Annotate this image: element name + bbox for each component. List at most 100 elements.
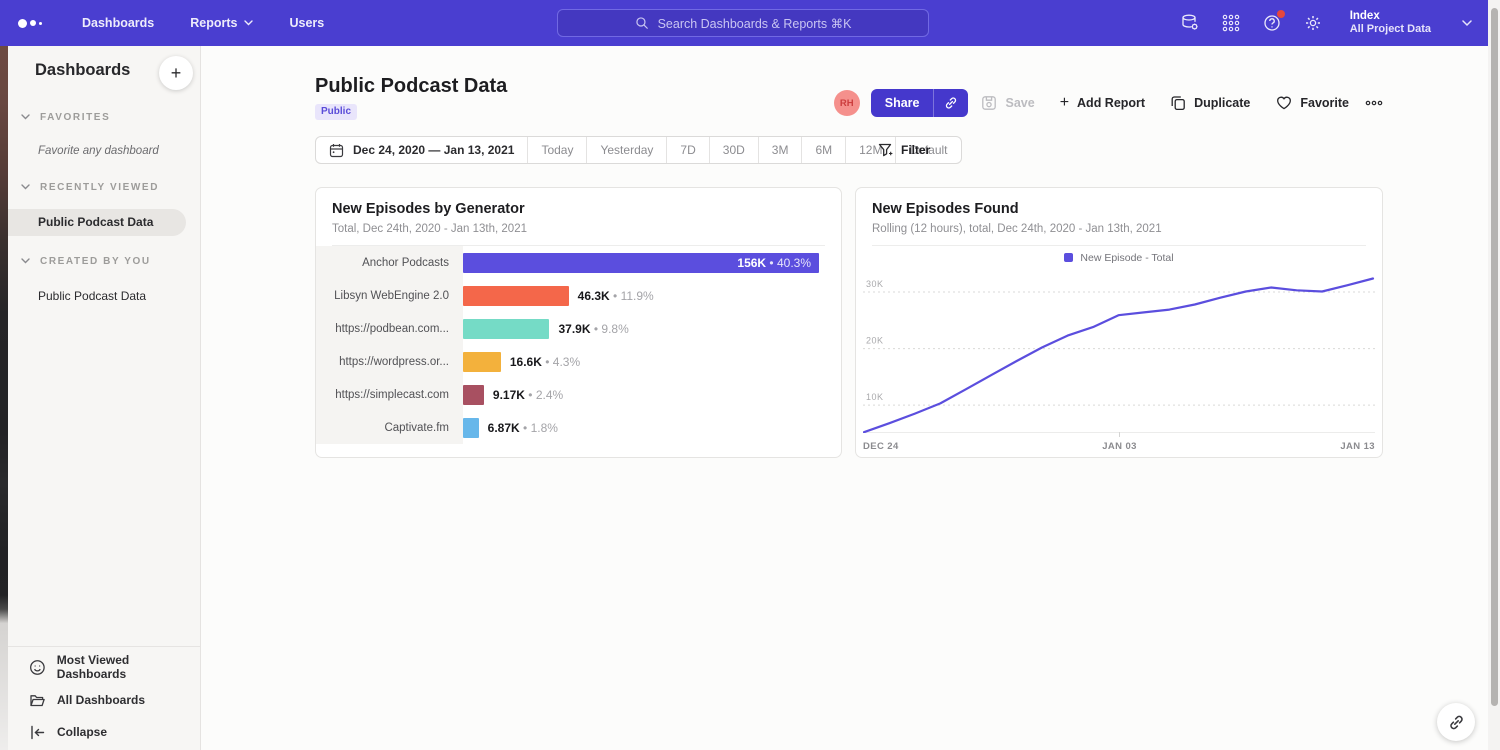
card-new-episodes-found: New Episodes Found Rolling (12 hours), t… <box>855 187 1383 458</box>
chevron-down-icon <box>244 20 253 26</box>
project-switcher[interactable]: Index All Project Data <box>1350 9 1431 37</box>
card-title: New Episodes by Generator <box>332 201 825 217</box>
chevron-down-icon <box>1462 20 1472 27</box>
bar-value-label: 16.6K • 4.3% <box>510 355 580 369</box>
preset-yesterday[interactable]: Yesterday <box>587 137 667 163</box>
folder-icon <box>29 692 46 709</box>
bar-value-label: 9.17K • 2.4% <box>493 388 563 402</box>
section-favorites[interactable]: FAVORITES <box>8 112 200 126</box>
add-report-button[interactable]: + Add Report <box>1060 96 1145 110</box>
notification-badge <box>1277 10 1285 18</box>
favorite-button[interactable]: Favorite <box>1276 95 1349 111</box>
x-axis-center-tick <box>1119 432 1120 437</box>
section-recently-viewed[interactable]: RECENTLY VIEWED <box>8 182 200 196</box>
share-link-icon[interactable] <box>934 96 968 110</box>
bar[interactable] <box>463 418 479 438</box>
header-actions: RH Share Save + Add Report Duplicate Fav… <box>834 89 1383 117</box>
nav-dashboards[interactable]: Dashboards <box>82 16 154 30</box>
preset-today[interactable]: Today <box>528 137 587 163</box>
public-badge: Public <box>315 104 357 120</box>
bar[interactable] <box>463 286 569 306</box>
bar[interactable] <box>463 385 484 405</box>
chart-legend[interactable]: New Episode - Total <box>856 246 1382 269</box>
bar-value-label: 37.9K • 9.8% <box>558 322 628 336</box>
page-title: Public Podcast Data <box>315 75 507 98</box>
bar-row[interactable]: https://wordpress.or... 16.6K • 4.3% <box>316 345 841 378</box>
section-created-by-you[interactable]: CREATED BY YOU <box>8 256 200 270</box>
more-dots-icon <box>1365 100 1383 106</box>
card-new-episodes-by-generator: New Episodes by Generator Total, Dec 24t… <box>315 187 842 458</box>
x-tick: JAN 03 <box>1102 441 1137 452</box>
top-nav: Dashboards Reports Users Search Dashboar… <box>0 0 1488 46</box>
share-button[interactable]: Share <box>871 89 969 117</box>
share-label: Share <box>871 96 934 110</box>
heart-icon <box>1276 95 1292 111</box>
bar-category-label: https://wordpress.or... <box>316 356 463 368</box>
x-tick: DEC 24 <box>863 441 899 452</box>
bar-chart: Anchor Podcasts156K • 40.3%Libsyn WebEng… <box>316 246 841 444</box>
nav-reports[interactable]: Reports <box>190 16 253 30</box>
line-chart-svg: 10K20K30K <box>863 269 1375 433</box>
bar[interactable] <box>463 319 549 339</box>
x-tick: JAN 13 <box>1340 441 1375 452</box>
date-range-picker[interactable]: Dec 24, 2020 — Jan 13, 2021 <box>316 137 528 163</box>
preset-7d[interactable]: 7D <box>667 137 709 163</box>
date-range-control: Dec 24, 2020 — Jan 13, 2021 Today Yester… <box>315 136 962 164</box>
y-tick-label: 20K <box>866 336 884 346</box>
bar[interactable] <box>463 352 501 372</box>
filter-button[interactable]: Filter <box>878 136 930 164</box>
background-window-strip <box>0 46 8 750</box>
search-placeholder: Search Dashboards & Reports ⌘K <box>658 16 852 31</box>
page-scrollbar[interactable] <box>1488 0 1500 750</box>
bar-row[interactable]: Libsyn WebEngine 2.046.3K • 11.9% <box>316 279 841 312</box>
bar[interactable]: 156K • 40.3% <box>463 253 819 273</box>
bar-row[interactable]: https://simplecast.com 9.17K • 2.4% <box>316 378 841 411</box>
plus-icon: + <box>1060 96 1069 110</box>
calendar-icon <box>329 143 344 158</box>
project-subtitle: All Project Data <box>1350 23 1431 37</box>
bar-value-label: 6.87K • 1.8% <box>488 421 558 435</box>
bar-row[interactable]: Captivate.fm6.87K • 1.8% <box>316 411 841 444</box>
bar-value-label: 156K • 40.3% <box>737 253 811 273</box>
card-title: New Episodes Found <box>872 201 1366 217</box>
save-button[interactable]: Save <box>981 95 1034 111</box>
data-management-icon[interactable] <box>1180 13 1200 33</box>
mixpanel-logo-icon[interactable] <box>18 19 42 28</box>
apps-grid-icon[interactable] <box>1221 13 1241 33</box>
line-chart-plot: 10K20K30K <box>863 269 1375 433</box>
project-name: Index <box>1350 9 1431 23</box>
preset-3m[interactable]: 3M <box>759 137 803 163</box>
bar-category-label: https://simplecast.com <box>316 389 463 401</box>
help-icon[interactable] <box>1262 13 1282 33</box>
nav-users[interactable]: Users <box>289 16 324 30</box>
bar-row[interactable]: https://podbean.com... 37.9K • 9.8% <box>316 312 841 345</box>
preset-6m[interactable]: 6M <box>802 137 846 163</box>
card-subtitle: Total, Dec 24th, 2020 - Jan 13th, 2021 <box>332 223 825 235</box>
bar-category-label: https://podbean.com... <box>316 323 463 335</box>
scrollbar-thumb[interactable] <box>1491 8 1498 706</box>
avatar[interactable]: RH <box>834 90 860 116</box>
sidebar-item-public-podcast-data[interactable]: Public Podcast Data <box>38 289 146 303</box>
chevron-down-icon <box>21 184 30 190</box>
settings-gear-icon[interactable] <box>1303 13 1323 33</box>
search-input[interactable]: Search Dashboards & Reports ⌘K <box>557 9 929 37</box>
more-options-button[interactable] <box>1365 100 1383 106</box>
sidebar-item-public-podcast-data-selected[interactable]: Public Podcast Data <box>8 209 186 236</box>
all-dashboards-button[interactable]: All Dashboards <box>8 687 200 713</box>
date-range-text: Dec 24, 2020 — Jan 13, 2021 <box>353 143 514 157</box>
duplicate-button[interactable]: Duplicate <box>1170 95 1250 111</box>
legend-label: New Episode - Total <box>1080 252 1173 264</box>
collapse-sidebar-button[interactable]: Collapse <box>8 719 200 745</box>
preset-30d[interactable]: 30D <box>710 137 759 163</box>
filter-funnel-icon <box>878 143 893 158</box>
bar-row[interactable]: Anchor Podcasts156K • 40.3% <box>316 246 841 279</box>
series-line <box>864 279 1373 433</box>
chevron-down-icon <box>21 114 30 120</box>
add-dashboard-button[interactable]: + <box>159 56 193 90</box>
most-viewed-dashboards-button[interactable]: Most Viewed Dashboards <box>8 654 200 680</box>
favorites-empty-text: Favorite any dashboard <box>38 145 159 157</box>
sidebar: Dashboards + FAVORITES Favorite any dash… <box>8 46 201 750</box>
copy-link-floating-button[interactable] <box>1437 703 1475 741</box>
collapse-icon <box>29 724 46 741</box>
y-tick-label: 10K <box>866 392 884 402</box>
